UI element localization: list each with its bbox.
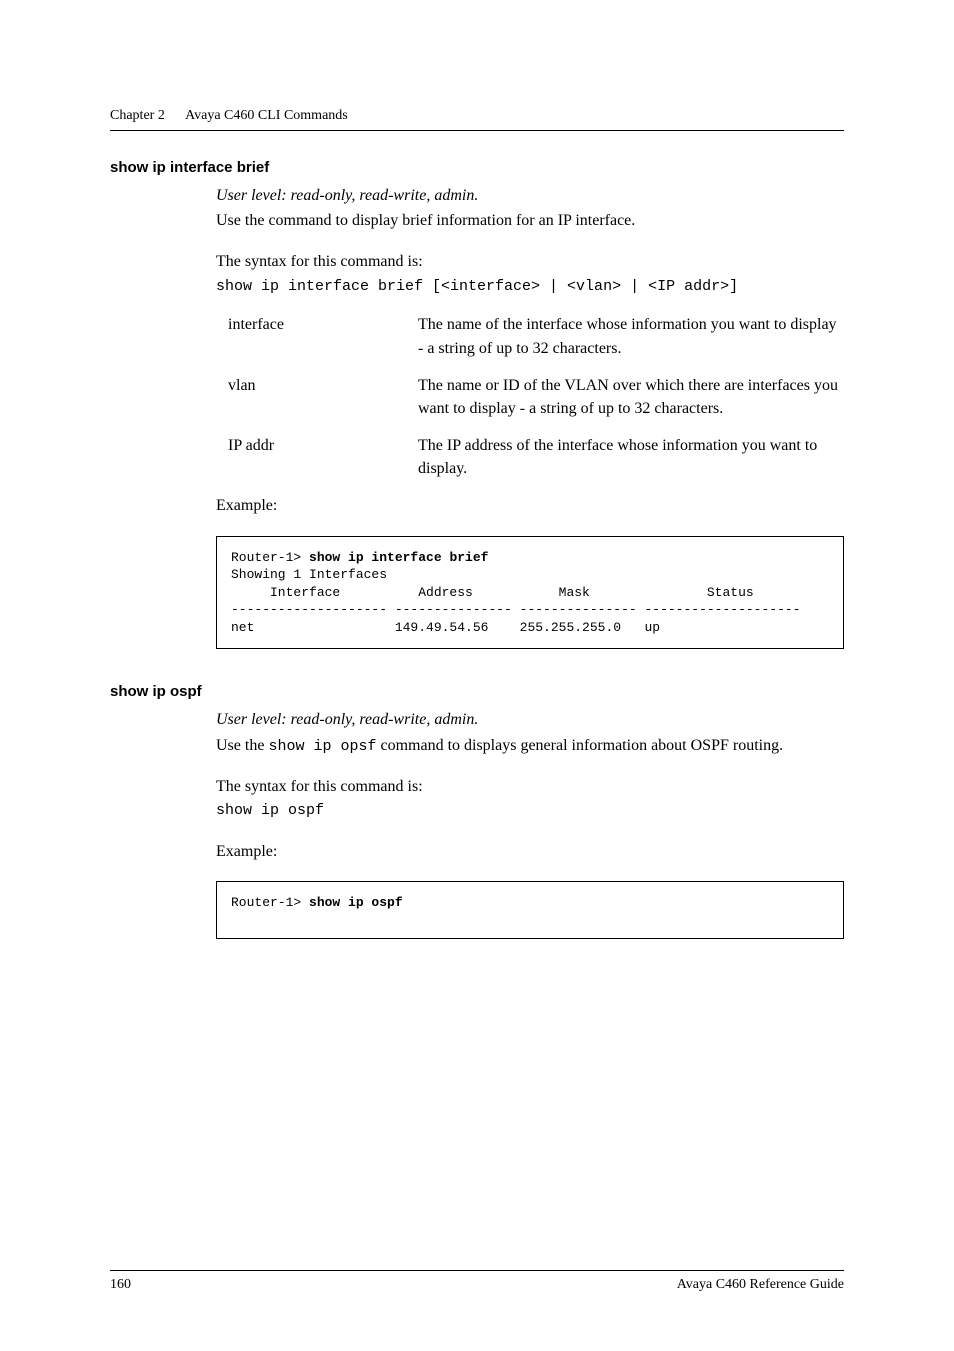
running-head: Chapter 2 Avaya C460 CLI Commands: [110, 108, 844, 124]
def-term: IP addr: [228, 434, 418, 457]
section1-syntax-cmd: show ip interface brief [<interface> | <…: [216, 276, 844, 298]
def-desc: The IP address of the interface whose in…: [418, 434, 844, 480]
section1-title: show ip interface brief: [110, 159, 844, 176]
section1-user-level: User level: read-only, read-write, admin…: [216, 184, 844, 207]
section1-example-box: Router-1> show ip interface brief Showin…: [216, 536, 844, 650]
def-row: interface The name of the interface whos…: [228, 313, 844, 359]
example-line2: Interface Address Mask Status: [231, 585, 754, 600]
example-line1: Showing 1 Interfaces: [231, 567, 387, 582]
footer-rule: [110, 1270, 844, 1271]
def-term: vlan: [228, 374, 418, 397]
section2-user-level: User level: read-only, read-write, admin…: [216, 708, 844, 731]
section1-example-label: Example:: [216, 494, 844, 517]
chapter-title: Avaya C460 CLI Commands: [185, 108, 348, 123]
section1-body: User level: read-only, read-write, admin…: [216, 184, 844, 649]
section2-syntax-label: The syntax for this command is:: [216, 775, 844, 798]
example2-prompt: Router-1>: [231, 895, 309, 910]
example-prompt: Router-1>: [231, 550, 309, 565]
example-line4: net 149.49.54.56 255.255.255.0 up: [231, 620, 660, 635]
section2-use: Use the show ip opsf command to displays…: [216, 734, 844, 758]
def-row: IP addr The IP address of the interface …: [228, 434, 844, 480]
section2-example-box: Router-1> show ip ospf: [216, 881, 844, 939]
example-line3: -------------------- --------------- ---…: [231, 602, 801, 617]
def-term: interface: [228, 313, 418, 336]
section1-use-post: command to display brief information for…: [268, 212, 635, 229]
section2-use-post: command to displays general information …: [376, 737, 783, 754]
def-desc: The name or ID of the VLAN over which th…: [418, 374, 844, 420]
section2-syntax-cmd: show ip ospf: [216, 800, 844, 822]
def-row: vlan The name or ID of the VLAN over whi…: [228, 374, 844, 420]
footer-row: 160 Avaya C460 Reference Guide: [110, 1277, 844, 1293]
chapter-label: Chapter 2: [110, 108, 165, 123]
example-cmd: show ip interface brief: [309, 550, 488, 565]
section2-use-mono: show ip opsf: [268, 738, 376, 755]
section2-example-label: Example:: [216, 840, 844, 863]
section1-use-pre: Use the: [216, 212, 268, 229]
doc-title: Avaya C460 Reference Guide: [677, 1277, 844, 1293]
page: Chapter 2 Avaya C460 CLI Commands show i…: [0, 0, 954, 1351]
example2-cmd: show ip ospf: [309, 895, 403, 910]
section2-title: show ip ospf: [110, 683, 844, 700]
header-rule: [110, 130, 844, 131]
section1-syntax-label: The syntax for this command is:: [216, 250, 844, 273]
section2-body: User level: read-only, read-write, admin…: [216, 708, 844, 939]
page-number: 160: [110, 1277, 131, 1293]
footer: 160 Avaya C460 Reference Guide: [110, 1270, 844, 1293]
section1-use: Use the command to display brief informa…: [216, 209, 844, 232]
section1-defs: interface The name of the interface whos…: [228, 313, 844, 480]
def-desc: The name of the interface whose informat…: [418, 313, 844, 359]
section2-use-pre: Use the: [216, 737, 268, 754]
